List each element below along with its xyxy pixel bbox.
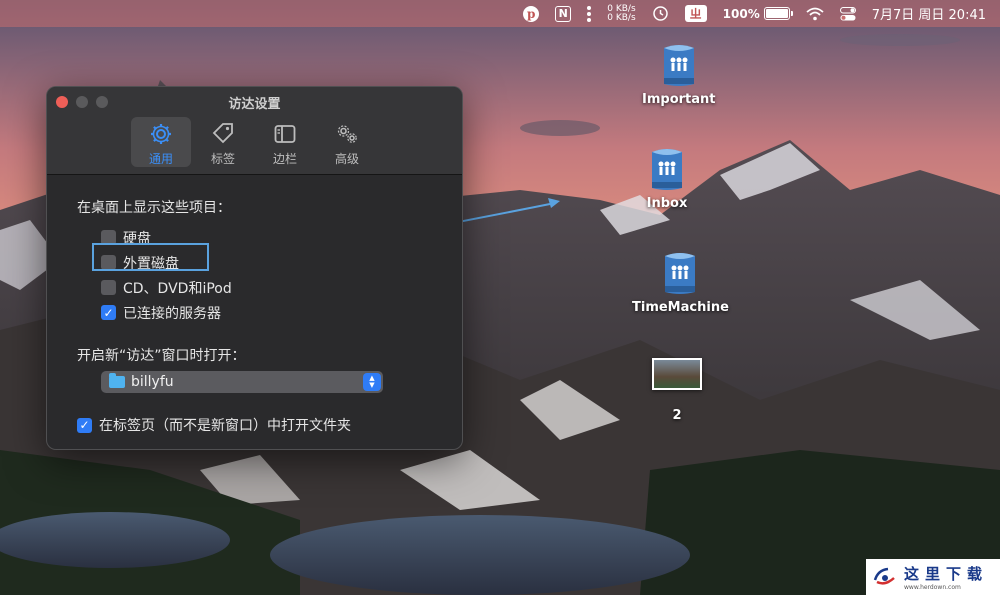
tab-advanced[interactable]: 高级 <box>317 117 377 167</box>
site-logo <box>872 564 898 590</box>
sidebar-icon <box>274 125 296 143</box>
watermark-cn: 这里下载 <box>904 565 989 583</box>
server-volume-icon <box>652 149 682 190</box>
checkbox-label: 在标签页（而不是新窗口）中打开文件夹 <box>99 418 351 434</box>
notion-glyph: N <box>555 5 572 22</box>
new-window-target-popup[interactable]: billyfu ▲ ▼ <box>101 371 383 393</box>
network-speed[interactable]: 0 KB/s 0 KB/s <box>607 0 635 27</box>
site-watermark: 这里下载 www.herdown.com <box>866 559 1000 595</box>
net-down-speed: 0 KB/s <box>607 12 636 23</box>
checkbox-open-in-tabs[interactable]: ✓ 在标签页（而不是新窗口）中打开文件夹 <box>77 415 432 435</box>
pinterest-icon[interactable]: p <box>523 0 540 27</box>
settings-tabs: 通用 标签 边栏 高级 <box>131 117 377 167</box>
tab-label: 通用 <box>148 152 173 166</box>
checkbox-cds-dvds-ipods[interactable]: CD、DVD和iPod <box>101 275 432 300</box>
server-volume-icon <box>663 45 694 86</box>
battery-icon <box>763 7 793 20</box>
control-center-icon[interactable] <box>839 0 856 27</box>
desktop-volume-inbox[interactable]: Inbox <box>642 144 692 211</box>
chevron-updown-icon: ▲ ▼ <box>363 373 381 391</box>
checkbox-label: 已连接的服务器 <box>123 305 221 322</box>
notion-icon[interactable]: N <box>555 0 572 27</box>
desktop-image-file[interactable]: 2 <box>652 358 702 423</box>
checkbox-connected-servers[interactable]: ✓ 已连接的服务器 <box>101 300 432 325</box>
menu-bar: p N 0 KB/s 0 KB/s ㄓ 100% 7月7日 周日 20:41 <box>0 0 1000 27</box>
checkbox[interactable]: ✓ <box>77 417 92 433</box>
tab-label: 标签 <box>210 152 235 166</box>
more-dots-icon[interactable] <box>587 0 592 27</box>
gears-icon <box>337 125 357 143</box>
battery-percent: 100% <box>722 6 760 21</box>
server-volume-icon <box>665 253 696 294</box>
battery-status[interactable]: 100% <box>722 0 793 27</box>
tab-label: 高级 <box>334 152 359 166</box>
desktop-icon-label: Important <box>642 92 716 107</box>
tab-label: 边栏 <box>272 152 297 166</box>
desktop-icon-label: TimeMachine <box>632 300 729 315</box>
tab-general[interactable]: 通用 <box>131 117 191 167</box>
time-machine-icon[interactable] <box>652 0 669 27</box>
annotation-highlight-box <box>92 243 209 271</box>
menubar-clock[interactable]: 7月7日 周日 20:41 <box>872 0 986 27</box>
new-window-label: 开启新“访达”窗口时打开： <box>77 348 246 364</box>
checkbox-label: CD、DVD和iPod <box>123 280 232 297</box>
wifi-icon[interactable] <box>806 0 824 27</box>
desktop-volume-timemachine[interactable]: TimeMachine <box>632 248 729 315</box>
desktop-volume-important[interactable]: Important <box>642 40 716 107</box>
input-method-icon[interactable]: ㄓ <box>684 0 707 27</box>
checkbox[interactable] <box>101 280 116 295</box>
desktop-icon-label: Inbox <box>646 196 688 211</box>
window-title: 访达设置 <box>228 97 281 112</box>
finder-settings-window: 访达设置 通用 标签 边栏 高级 在桌面上显示这些项目： 硬盘 外置磁盘 CD、… <box>46 86 463 450</box>
settings-content: 在桌面上显示这些项目： 硬盘 外置磁盘 CD、DVD和iPod ✓ 已连接的服务… <box>47 175 462 435</box>
folder-icon <box>109 373 125 388</box>
gear-icon <box>151 124 171 144</box>
window-titlebar: 访达设置 通用 标签 边栏 高级 <box>47 87 462 175</box>
popup-value: billyfu <box>131 374 174 390</box>
image-thumbnail-icon <box>652 358 702 390</box>
watermark-en: www.herdown.com <box>904 584 961 591</box>
checkbox[interactable]: ✓ <box>101 305 116 320</box>
tab-sidebar[interactable]: 边栏 <box>255 117 315 167</box>
desktop-icon-label: 2 <box>672 408 682 423</box>
input-method-glyph: ㄓ <box>684 5 707 22</box>
tag-icon <box>212 123 233 144</box>
tab-tags[interactable]: 标签 <box>193 117 253 167</box>
show-on-desktop-label: 在桌面上显示这些项目： <box>77 200 231 216</box>
